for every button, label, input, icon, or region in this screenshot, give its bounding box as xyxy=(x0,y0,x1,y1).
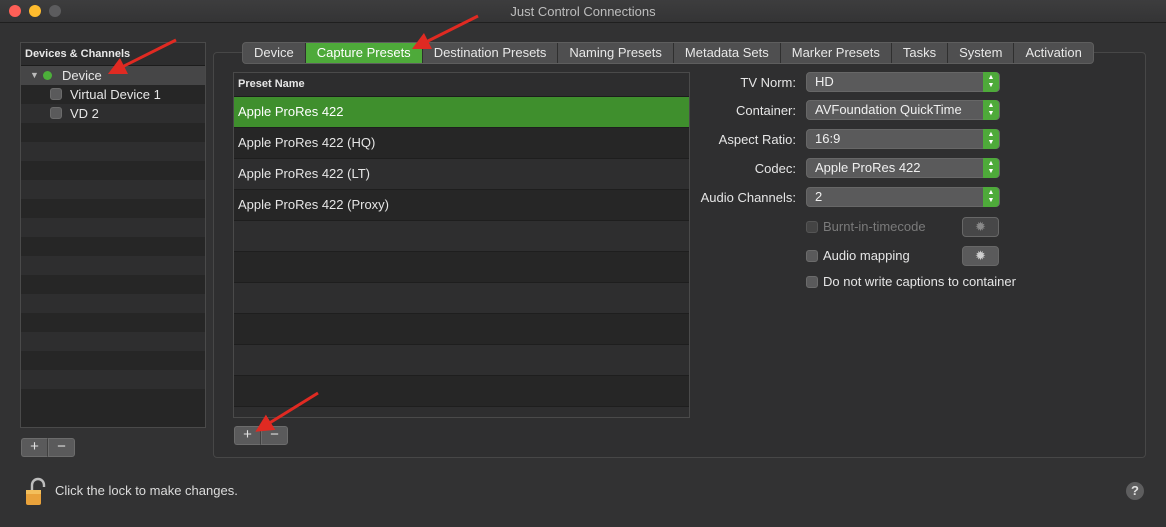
preset-row[interactable]: Apple ProRes 422 xyxy=(234,97,689,128)
empty-row xyxy=(234,283,689,314)
preset-row[interactable]: Apple ProRes 422 (Proxy) xyxy=(234,190,689,221)
empty-row xyxy=(21,237,205,256)
add-preset-button[interactable]: + xyxy=(234,426,261,445)
preset-row[interactable]: Apple ProRes 422 (LT) xyxy=(234,159,689,190)
empty-row xyxy=(234,314,689,345)
channel-checkbox[interactable] xyxy=(50,88,62,100)
chevron-updown-icon: ▲ ▼ xyxy=(983,158,999,178)
status-dot-icon xyxy=(43,71,52,80)
preset-empty-rows xyxy=(234,221,689,417)
sidebar-item-virtual-device-1[interactable]: Virtual Device 1 xyxy=(21,85,205,104)
container-label: Container: xyxy=(736,103,796,118)
aspect-ratio-select[interactable]: 16:9 ▲ ▼ xyxy=(806,129,1000,149)
burnin-settings-button[interactable]: ✹ xyxy=(962,217,999,237)
add-device-button[interactable]: + xyxy=(21,438,48,457)
preset-list: Preset Name Apple ProRes 422 Apple ProRe… xyxy=(233,72,690,418)
window-title: Just Control Connections xyxy=(510,4,656,19)
remove-device-button[interactable]: − xyxy=(48,438,75,457)
tab-capture-presets[interactable]: Capture Presets xyxy=(305,43,423,63)
audio-channels-select[interactable]: 2 ▲ ▼ xyxy=(806,187,1000,207)
disclosure-triangle-icon[interactable]: ▼ xyxy=(30,66,39,85)
tab-destination-presets[interactable]: Destination Presets xyxy=(423,43,559,63)
preset-add-remove: + − xyxy=(234,426,288,445)
empty-row xyxy=(234,376,689,407)
chevron-updown-icon: ▲ ▼ xyxy=(983,187,999,207)
empty-row xyxy=(21,370,205,389)
tab-tasks[interactable]: Tasks xyxy=(892,43,949,63)
help-button[interactable]: ? xyxy=(1126,482,1144,500)
empty-row xyxy=(21,294,205,313)
tab-activation[interactable]: Activation xyxy=(1014,43,1092,63)
checkbox-box[interactable] xyxy=(806,276,818,288)
gear-icon: ✹ xyxy=(975,219,986,234)
tv-norm-select[interactable]: HD ▲ ▼ xyxy=(806,72,1000,92)
empty-row xyxy=(234,407,689,417)
tab-bar: Device Capture Presets Destination Prese… xyxy=(242,42,1094,64)
tab-device[interactable]: Device xyxy=(243,43,306,63)
aspect-ratio-label: Aspect Ratio: xyxy=(718,132,796,147)
preset-row[interactable]: Apple ProRes 422 (HQ) xyxy=(234,128,689,159)
empty-row xyxy=(234,252,689,283)
remove-preset-button[interactable]: − xyxy=(261,426,288,445)
chevron-updown-icon: ▲ ▼ xyxy=(983,100,999,120)
tv-norm-value: HD xyxy=(815,74,834,89)
empty-row xyxy=(21,332,205,351)
burnin-timecode-label: Burnt-in-timecode xyxy=(823,219,926,234)
app-window: Just Control Connections Devices & Chann… xyxy=(0,0,1166,527)
sidebar-item-label: Virtual Device 1 xyxy=(70,87,161,102)
aspect-ratio-value: 16:9 xyxy=(815,131,841,146)
empty-row xyxy=(21,256,205,275)
audio-channels-label: Audio Channels: xyxy=(700,190,796,205)
container-value: AVFoundation QuickTime xyxy=(815,102,962,117)
empty-row xyxy=(21,389,205,408)
no-captions-label: Do not write captions to container xyxy=(823,274,1016,289)
sidebar-item-label: Device xyxy=(62,68,102,83)
chevron-updown-icon: ▲ ▼ xyxy=(983,72,999,92)
empty-row xyxy=(21,199,205,218)
preset-name-column-header[interactable]: Preset Name xyxy=(234,73,689,97)
empty-row xyxy=(21,351,205,370)
empty-row xyxy=(21,161,205,180)
sidebar-item-device[interactable]: ▼ Device xyxy=(21,66,205,85)
empty-row xyxy=(234,221,689,252)
empty-row xyxy=(234,345,689,376)
lock-icon[interactable] xyxy=(25,477,47,507)
title-bar: Just Control Connections xyxy=(0,0,1166,23)
tab-metadata-sets[interactable]: Metadata Sets xyxy=(674,43,781,63)
sidebar-item-label: VD 2 xyxy=(70,106,99,121)
checkbox-box[interactable] xyxy=(806,250,818,262)
codec-value: Apple ProRes 422 xyxy=(815,160,921,175)
audio-mapping-label: Audio mapping xyxy=(823,248,910,263)
empty-row xyxy=(21,123,205,142)
tab-system[interactable]: System xyxy=(948,43,1015,63)
tab-naming-presets[interactable]: Naming Presets xyxy=(558,43,674,63)
audio-mapping-settings-button[interactable]: ✹ xyxy=(962,246,999,266)
tab-marker-presets[interactable]: Marker Presets xyxy=(781,43,892,63)
container-select[interactable]: AVFoundation QuickTime ▲ ▼ xyxy=(806,100,1000,120)
chevron-updown-icon: ▲ ▼ xyxy=(983,129,999,149)
lock-message: Click the lock to make changes. xyxy=(55,483,238,498)
empty-row xyxy=(21,275,205,294)
codec-select[interactable]: Apple ProRes 422 ▲ ▼ xyxy=(806,158,1000,178)
devices-channels-list: Devices & Channels ▼ Device Virtual Devi… xyxy=(20,42,206,428)
empty-row xyxy=(21,218,205,237)
checkbox-box[interactable] xyxy=(806,221,818,233)
audio-channels-value: 2 xyxy=(815,189,823,204)
empty-row xyxy=(21,142,205,161)
codec-label: Codec: xyxy=(754,161,796,176)
tv-norm-label: TV Norm: xyxy=(740,75,796,90)
channel-checkbox[interactable] xyxy=(50,107,62,119)
sidebar-item-vd-2[interactable]: VD 2 xyxy=(21,104,205,123)
gear-icon: ✹ xyxy=(975,248,986,263)
sidebar-empty-rows xyxy=(21,123,205,408)
devices-channels-header: Devices & Channels xyxy=(21,43,205,66)
empty-row xyxy=(21,313,205,332)
sidebar-add-remove: + − xyxy=(21,438,75,457)
empty-row xyxy=(21,180,205,199)
